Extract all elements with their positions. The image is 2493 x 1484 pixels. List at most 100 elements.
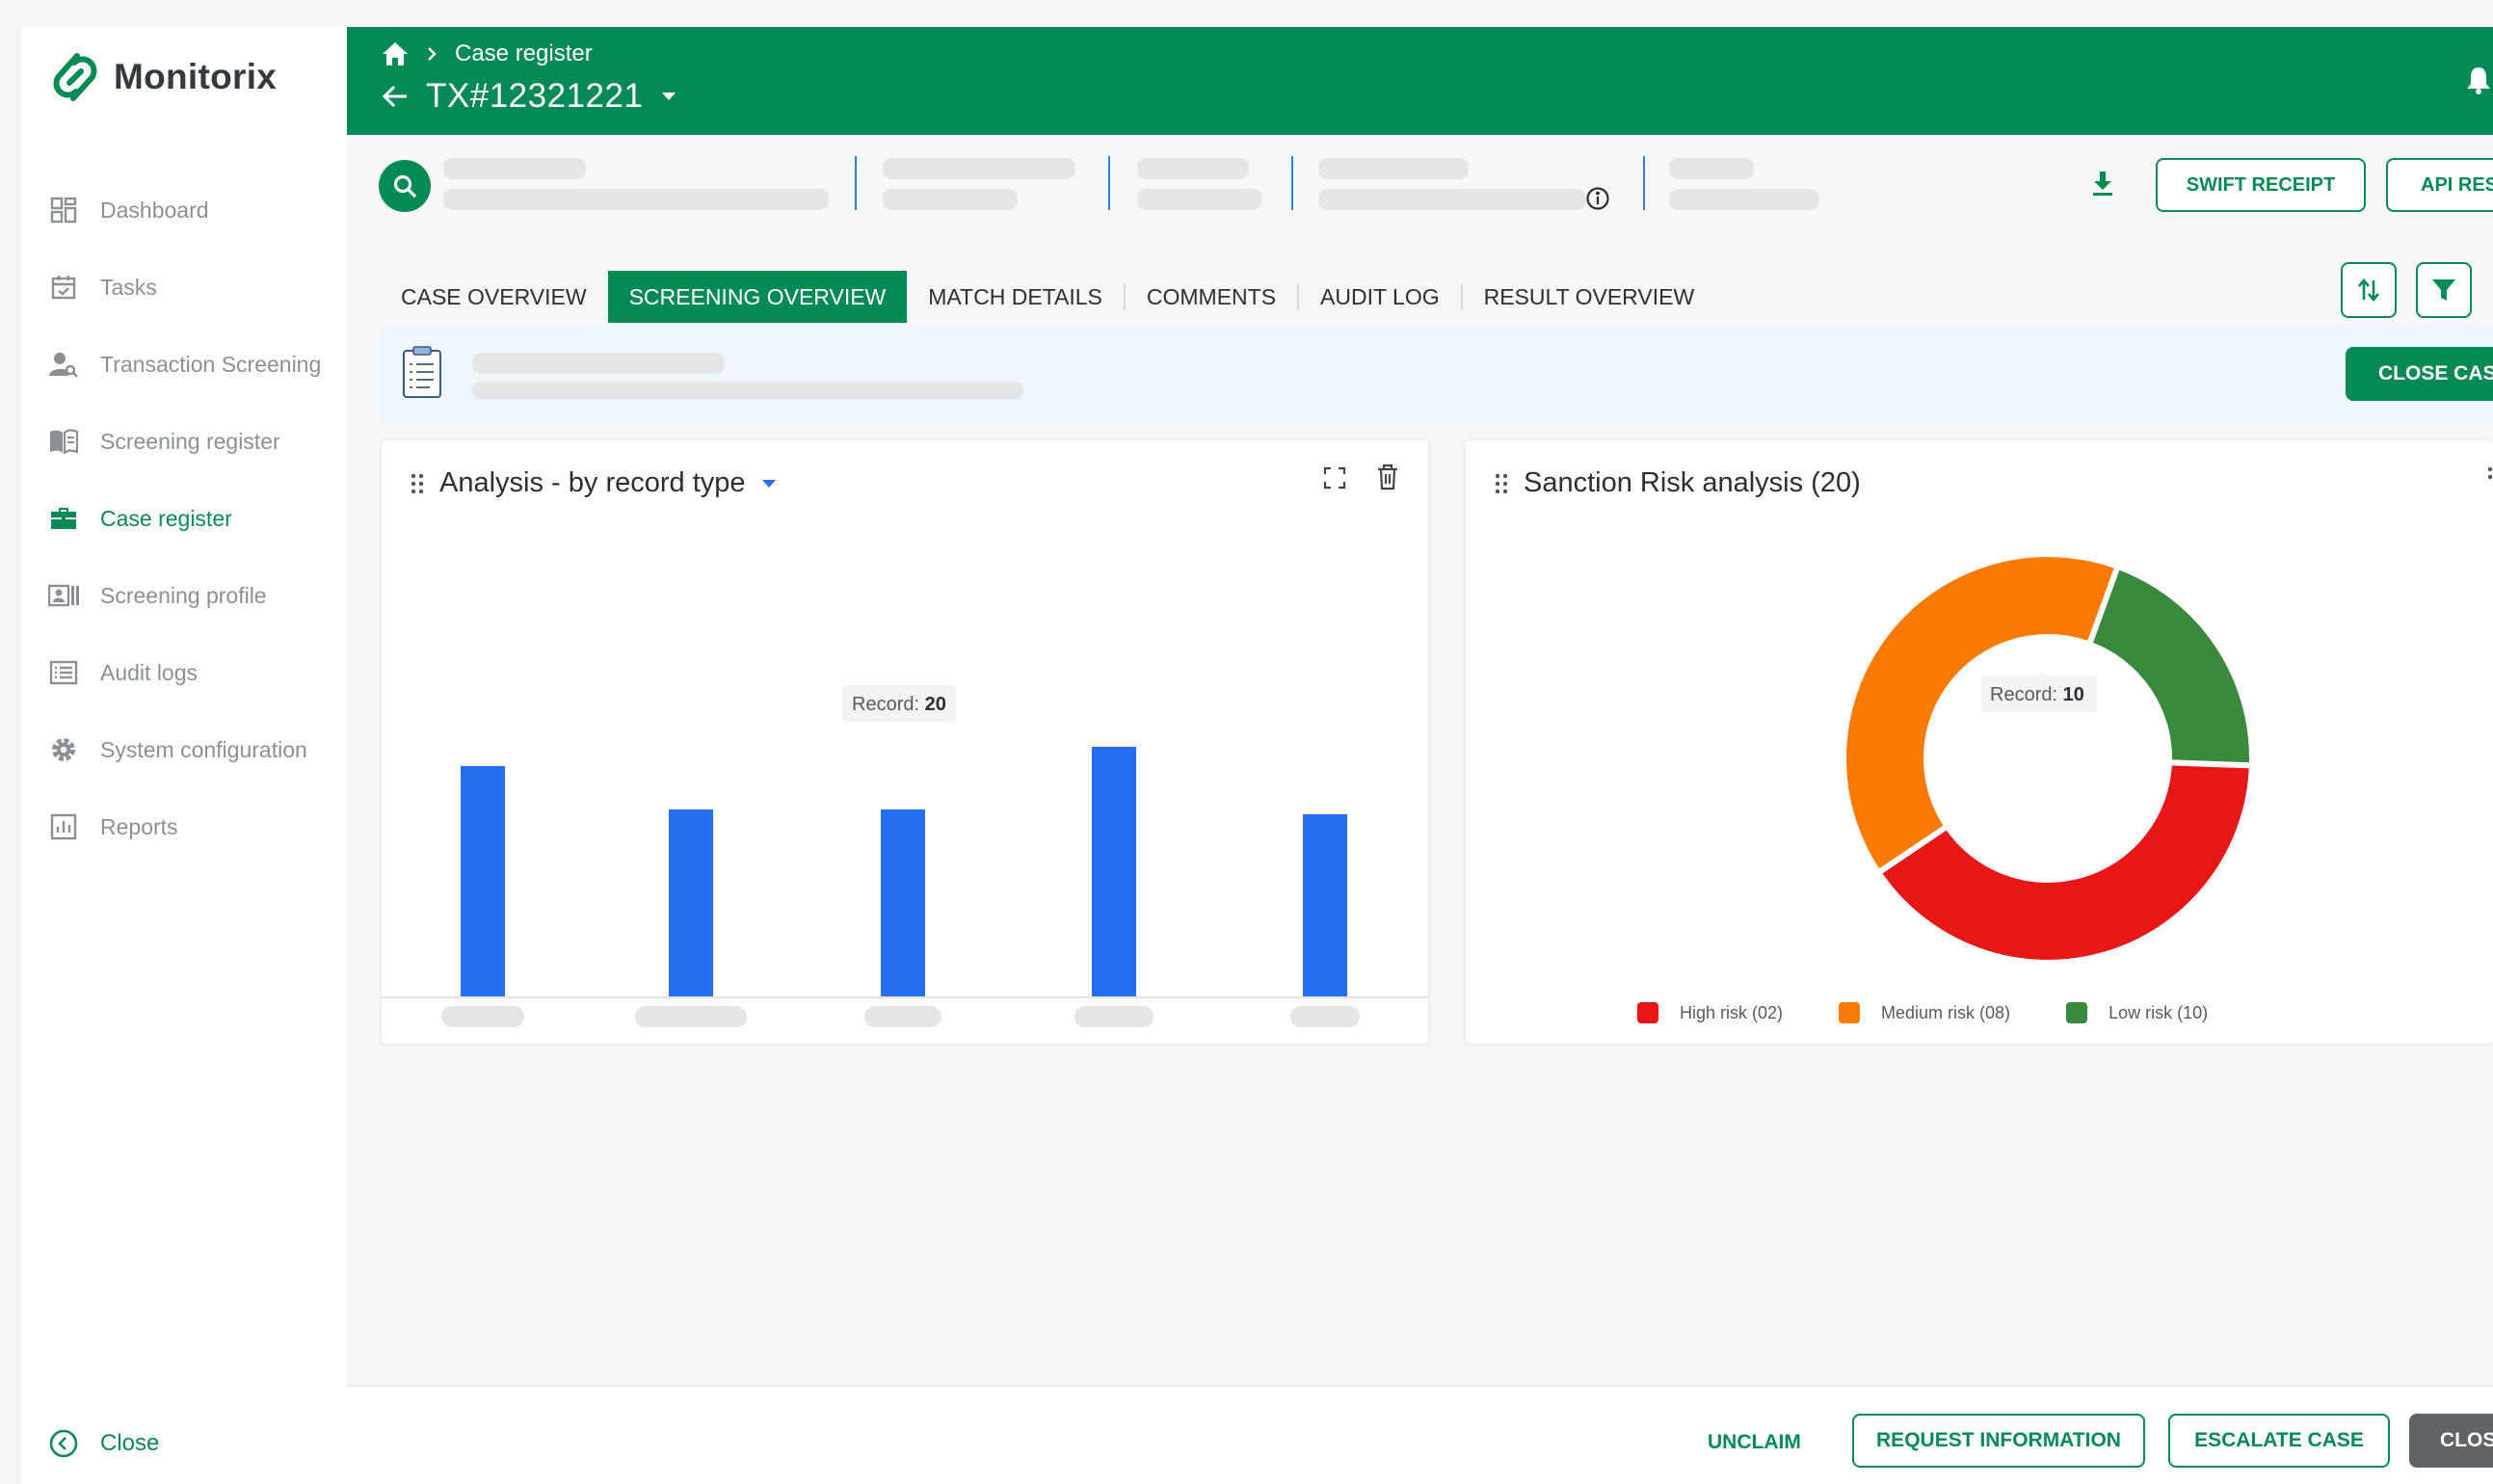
legend-item-low-risk[interactable]: Low risk (10) bbox=[2066, 1002, 2208, 1023]
close-case-button[interactable]: CLOSE CASE bbox=[2346, 347, 2493, 401]
sidebar-item-screening-register[interactable]: Screening register bbox=[21, 403, 347, 480]
skeleton-placeholder bbox=[472, 382, 1023, 399]
action-footer: UNCLAIM REQUEST INFORMATION ESCALATE CAS… bbox=[347, 1385, 2493, 1484]
dashboard-icon bbox=[48, 195, 79, 225]
sidebar-close-label: Close bbox=[100, 1430, 160, 1456]
legend-label: Medium risk (08) bbox=[1881, 1002, 2011, 1022]
home-icon[interactable] bbox=[382, 41, 409, 66]
filter-icon bbox=[2432, 279, 2455, 301]
sidebar-item-screening-profile[interactable]: Screening profile bbox=[21, 557, 347, 634]
sidebar-item-label: Reports bbox=[100, 813, 178, 839]
tab-match-details[interactable]: MATCH DETAILS bbox=[907, 271, 1124, 323]
list-icon bbox=[48, 657, 79, 688]
info-icon[interactable] bbox=[1585, 186, 1610, 211]
gear-icon bbox=[48, 734, 79, 765]
sidebar-item-system-configuration[interactable]: System configuration bbox=[21, 711, 347, 788]
brand-name: Monitorix bbox=[114, 57, 278, 96]
briefcase-icon bbox=[48, 503, 79, 534]
download-icon[interactable] bbox=[2091, 170, 2114, 197]
bar-1[interactable] bbox=[461, 766, 505, 997]
bar-2[interactable] bbox=[669, 809, 713, 997]
logo-icon bbox=[53, 53, 97, 101]
sidebar-item-label: Screening profile bbox=[100, 582, 267, 608]
tab-bar: CASE OVERVIEW SCREENING OVERVIEW MATCH D… bbox=[380, 271, 1715, 323]
x-tick-label-placeholder bbox=[1074, 1006, 1154, 1027]
sidebar-item-dashboard[interactable]: Dashboard bbox=[21, 172, 347, 249]
sidebar-nav: Dashboard Tasks Transaction Screening Sc… bbox=[21, 172, 347, 865]
sidebar-item-label: Case register bbox=[100, 505, 232, 531]
app-logo[interactable]: Monitorix bbox=[48, 50, 277, 104]
calendar-check-icon bbox=[48, 272, 79, 303]
search-icon bbox=[393, 174, 417, 199]
tooltip-value: 10 bbox=[2063, 684, 2084, 705]
sidebar-item-label: Transaction Screening bbox=[100, 351, 322, 377]
analysis-by-record-type-card: Analysis - by record type Record: 20 bbox=[380, 438, 1430, 1046]
search-button[interactable] bbox=[379, 160, 431, 212]
book-icon bbox=[48, 426, 79, 457]
bar-5[interactable] bbox=[1303, 814, 1347, 997]
sidebar-item-label: Audit logs bbox=[100, 659, 199, 685]
tooltip-label: Record: bbox=[852, 694, 919, 715]
api-response-button[interactable]: API RES bbox=[2386, 158, 2493, 212]
sidebar-item-tasks[interactable]: Tasks bbox=[21, 249, 347, 326]
tab-audit-log[interactable]: AUDIT LOG bbox=[1299, 271, 1461, 323]
donut-slice-low-risk[interactable] bbox=[2085, 562, 2255, 769]
tooltip-value: 20 bbox=[925, 694, 946, 715]
request-information-button[interactable]: REQUEST INFORMATION bbox=[1852, 1414, 2145, 1468]
escalate-case-button[interactable]: ESCALATE CASE bbox=[2168, 1414, 2390, 1468]
tab-result-overview[interactable]: RESULT OVERVIEW bbox=[1463, 271, 1716, 323]
skeleton-placeholder bbox=[1318, 189, 1586, 210]
donut-slice-medium-risk[interactable] bbox=[1841, 551, 2122, 877]
page-header: Case register TX#12321221 bbox=[347, 27, 2493, 135]
sidebar-item-label: System configuration bbox=[100, 736, 307, 762]
sidebar-item-label: Screening register bbox=[100, 428, 280, 454]
tooltip-label: Record: bbox=[1990, 684, 2057, 705]
bell-icon[interactable] bbox=[2466, 66, 2491, 94]
title-row: TX#12321221 bbox=[382, 77, 677, 116]
divider bbox=[1108, 156, 1110, 210]
sidebar-item-reports[interactable]: Reports bbox=[21, 788, 347, 865]
sidebar-item-audit-logs[interactable]: Audit logs bbox=[21, 634, 347, 711]
close-button[interactable]: CLOSE bbox=[2409, 1414, 2493, 1468]
skeleton-placeholder bbox=[1669, 158, 1754, 179]
sidebar-item-case-register[interactable]: Case register bbox=[21, 480, 347, 557]
svg-text:Record: 10: Record: 10 bbox=[1990, 684, 2084, 705]
bar-3[interactable] bbox=[881, 809, 925, 997]
legend-label: High risk (02) bbox=[1680, 1002, 1784, 1022]
donut-slice-high-risk[interactable] bbox=[1874, 759, 2255, 966]
legend-item-high-risk[interactable]: High risk (02) bbox=[1637, 1002, 1783, 1023]
divider bbox=[1643, 156, 1645, 210]
filter-button[interactable] bbox=[2416, 262, 2472, 318]
sidebar-item-transaction-screening[interactable]: Transaction Screening bbox=[21, 326, 347, 403]
swift-receipt-button[interactable]: SWIFT RECEIPT bbox=[2156, 158, 2366, 212]
sidebar-item-label: Dashboard bbox=[100, 197, 209, 223]
bar-4[interactable] bbox=[1092, 747, 1136, 997]
bar-chart-icon bbox=[48, 811, 79, 842]
breadcrumb-item[interactable]: Case register bbox=[455, 40, 593, 67]
x-tick-label-placeholder bbox=[864, 1006, 942, 1027]
x-tick-label-placeholder bbox=[635, 1006, 747, 1027]
sidebar-close-button[interactable]: Close bbox=[48, 1428, 159, 1459]
x-tick-label-placeholder bbox=[1290, 1006, 1360, 1027]
sanction-risk-analysis-card: Sanction Risk analysis (20) Record: 10 H… bbox=[1464, 438, 2493, 1046]
skeleton-placeholder bbox=[883, 158, 1075, 179]
legend-item-medium-risk[interactable]: Medium risk (08) bbox=[1839, 1002, 2010, 1023]
bar-chart: Record: 20 bbox=[382, 685, 1428, 1027]
tab-comments[interactable]: COMMENTS bbox=[1126, 271, 1297, 323]
skeleton-placeholder bbox=[1318, 158, 1469, 179]
skeleton-placeholder bbox=[1137, 189, 1262, 210]
legend-swatch bbox=[1839, 1002, 1861, 1023]
skeleton-placeholder bbox=[443, 158, 586, 179]
tab-case-overview[interactable]: CASE OVERVIEW bbox=[380, 271, 608, 323]
sidebar-item-label: Tasks bbox=[100, 274, 157, 300]
skeleton-placeholder bbox=[1137, 158, 1249, 179]
back-arrow-icon[interactable] bbox=[382, 84, 409, 109]
tab-screening-overview[interactable]: SCREENING OVERVIEW bbox=[607, 271, 908, 323]
unclaim-button[interactable]: UNCLAIM bbox=[1708, 1431, 1801, 1454]
x-tick-label-placeholder bbox=[441, 1006, 524, 1027]
case-info-bar: SWIFT RECEIPT API RES bbox=[347, 135, 2493, 233]
caret-down-icon[interactable] bbox=[660, 91, 677, 102]
legend-label: Low risk (10) bbox=[2108, 1002, 2209, 1022]
chart-legend: High risk (02) Medium risk (08) Low risk… bbox=[1637, 1002, 2208, 1023]
sort-button[interactable] bbox=[2341, 262, 2397, 318]
